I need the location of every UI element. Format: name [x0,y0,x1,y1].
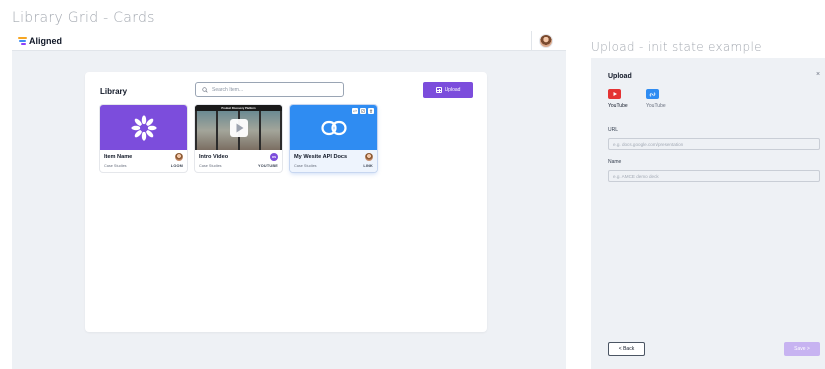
source-label: YouTube [608,103,628,109]
card-type-badge: LOOM [170,164,183,168]
library-card-intro-video[interactable]: Product Discovery Platform Intro Video O… [195,105,282,172]
back-button[interactable]: < Back [608,342,645,356]
search-input[interactable] [212,86,332,93]
card-owner-avatar: OS [270,153,278,161]
card-owner-avatar [175,153,183,161]
card-category: Case Studies [104,164,127,168]
source-option-youtube[interactable]: YouTube [608,89,628,109]
name-label: Name [608,159,622,165]
library-app-frame: Aligned Library Upload [12,31,566,369]
card-title: Item Name [104,154,133,160]
source-label: YouTube [646,103,666,109]
card-body: Intro Video OS Case Studies YOUTUBE [195,150,282,172]
youtube-icon [608,89,621,99]
library-panel: Library Upload [85,72,487,332]
aligned-logo-icon [18,37,27,45]
card-type-badge: LINK [363,164,373,168]
upload-panel: Upload × YouTube YouTube URL Name < Back… [591,58,825,369]
edit-button[interactable] [360,108,366,114]
top-nav-bar: Aligned [12,31,566,51]
copy-link-button[interactable] [352,108,358,114]
name-input[interactable] [608,170,820,182]
edit-icon [361,109,365,113]
save-button[interactable]: Save > [784,342,820,356]
user-avatar[interactable] [539,34,553,48]
library-card-api-docs[interactable]: My Wesite API Docs Case Studies LINK [290,105,377,172]
add-icon [435,87,442,93]
card-title: My Wesite API Docs [294,154,348,160]
play-icon[interactable] [229,118,248,137]
close-icon[interactable]: × [816,71,820,78]
card-title: Intro Video [199,154,229,160]
library-card-item-name[interactable]: Item Name Case Studies LOOM [100,105,187,172]
upload-button-label: Upload [444,87,461,93]
source-option-link[interactable]: YouTube [646,89,666,109]
app-logo-text: Aligned [29,36,62,46]
card-type-badge: YOUTUBE [258,164,278,168]
card-action-toolbar [352,108,374,114]
app-logo[interactable]: Aligned [18,35,62,47]
link-icon [353,109,357,113]
delete-button[interactable] [368,108,374,114]
card-thumbnail [290,105,377,150]
card-category: Case Studies [294,164,317,168]
card-body: My Wesite API Docs Case Studies LINK [290,150,377,172]
search-icon [202,86,208,93]
card-owner-avatar [365,153,373,161]
url-label: URL [608,127,619,133]
url-input[interactable] [608,138,820,150]
nav-divider [531,31,532,51]
loom-icon [130,114,157,141]
link-icon [646,89,659,99]
card-thumbnail [100,105,187,150]
card-category: Case Studies [199,164,222,168]
frame-title-library: Library Grid - Cards [12,10,155,26]
link-icon [320,120,347,135]
card-thumbnail: Product Discovery Platform [195,105,282,150]
page-title: Library [100,87,128,96]
search-box[interactable] [195,82,344,97]
upload-title: Upload [608,73,632,80]
frame-title-upload: Upload - init state example [591,40,762,54]
upload-button[interactable]: Upload [423,82,473,98]
trash-icon [369,109,373,113]
card-body: Item Name Case Studies LOOM [100,150,187,172]
